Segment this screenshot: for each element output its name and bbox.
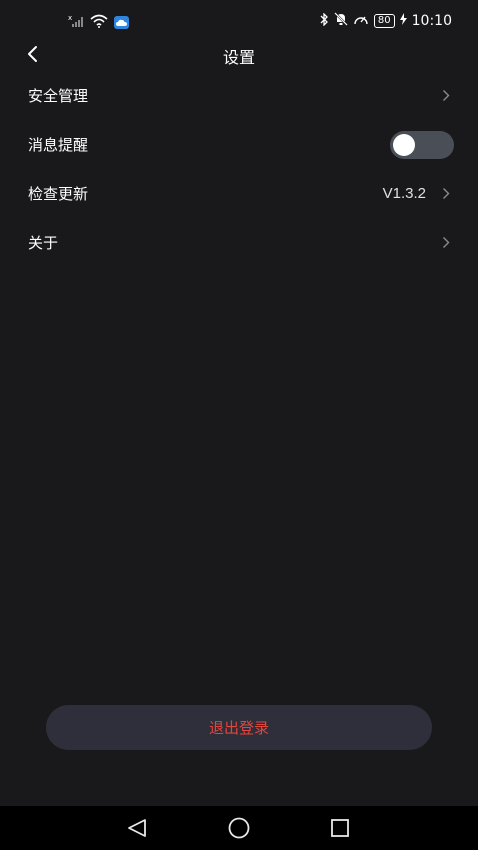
page-title: 设置 xyxy=(222,48,255,67)
cloud-app-icon xyxy=(114,16,129,29)
status-right-icons: 80 10:10 xyxy=(320,11,452,30)
square-recents-icon xyxy=(331,819,349,837)
toggle-knob xyxy=(393,133,415,156)
logout-label: 退出登录 xyxy=(208,719,269,737)
system-nav-bar xyxy=(0,806,478,850)
notifications-toggle[interactable] xyxy=(390,130,454,159)
menu-item-security[interactable]: 安全管理 xyxy=(0,71,478,120)
status-left-icons: x xyxy=(68,13,129,32)
triangle-back-icon xyxy=(128,819,146,837)
speedometer-icon xyxy=(353,13,369,30)
menu-item-notifications: 消息提醒 xyxy=(0,120,478,169)
wifi-icon xyxy=(90,13,108,32)
version-value: V1.3.2 xyxy=(382,185,426,202)
battery-indicator: 80 xyxy=(373,14,395,28)
circle-home-icon xyxy=(228,817,250,839)
logout-button[interactable]: 退出登录 xyxy=(46,705,432,750)
chevron-right-icon xyxy=(440,89,452,103)
system-back-button[interactable] xyxy=(125,816,149,840)
status-time: 10:10 xyxy=(411,13,452,29)
charging-icon xyxy=(399,13,407,29)
menu-item-check-update[interactable]: 检查更新 V1.3.2 xyxy=(0,169,478,218)
mute-bell-icon xyxy=(334,12,348,30)
system-recents-button[interactable] xyxy=(328,816,352,840)
menu-item-label: 检查更新 xyxy=(28,185,89,203)
chevron-right-icon xyxy=(440,187,452,201)
signal-icon: x xyxy=(68,13,84,32)
chevron-right-icon xyxy=(440,236,452,250)
menu-item-label: 关于 xyxy=(28,234,59,252)
menu-item-label: 安全管理 xyxy=(28,87,89,105)
nav-bar: 设置 xyxy=(0,36,478,74)
svg-text:x: x xyxy=(68,14,72,22)
system-home-button[interactable] xyxy=(227,816,251,840)
settings-menu: 安全管理 消息提醒 检查更新 V1.3.2 关于 xyxy=(0,71,478,267)
menu-item-label: 消息提醒 xyxy=(28,136,89,154)
menu-item-about[interactable]: 关于 xyxy=(0,218,478,267)
bluetooth-icon xyxy=(320,11,329,30)
